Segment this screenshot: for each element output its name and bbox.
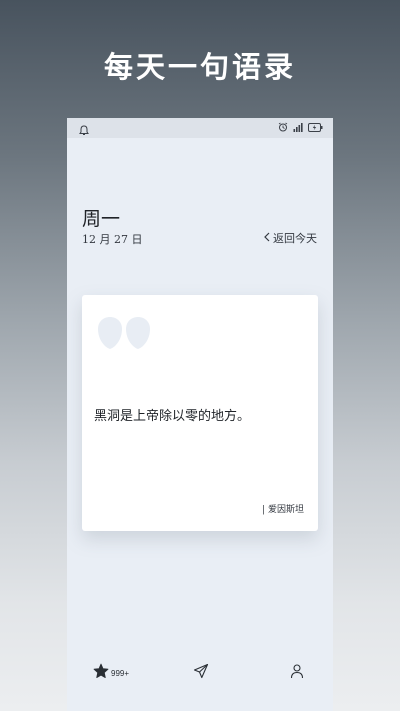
favorites-count: 999+ (111, 668, 130, 678)
quote-author: | 爱因斯坦 (262, 505, 304, 515)
quote-mark-icon (97, 315, 153, 351)
quote-text: 黑洞是上帝除以零的地方。 (94, 409, 251, 424)
back-to-today-label: 返回今天 (273, 232, 317, 245)
send-icon (193, 663, 209, 683)
weekday-title: 周一 (82, 208, 121, 230)
status-icons (278, 122, 323, 132)
back-to-today-button[interactable]: 返回今天 (263, 230, 317, 246)
star-icon (93, 663, 109, 683)
bell-icon (79, 121, 91, 135)
share-button[interactable] (193, 663, 209, 683)
alarm-icon (278, 122, 288, 132)
signal-icon (293, 122, 303, 132)
date-label: 12 月 27 日 (82, 233, 143, 246)
chevron-left-icon (263, 232, 271, 245)
profile-button[interactable] (289, 663, 305, 683)
quote-card[interactable]: 黑洞是上帝除以零的地方。 | 爱因斯坦 (82, 295, 318, 531)
battery-icon (308, 122, 323, 132)
bottom-nav-bar: 999+ (67, 658, 333, 694)
profile-icon (289, 663, 305, 683)
status-bar (67, 118, 333, 138)
favorites-button[interactable]: 999+ (93, 663, 129, 683)
promo-headline: 每天一句语录 (103, 50, 296, 84)
phone-screen: 周一 12 月 27 日 返回今天 黑洞是上帝除以零的地方。 | 爱因斯坦 99… (67, 118, 333, 711)
